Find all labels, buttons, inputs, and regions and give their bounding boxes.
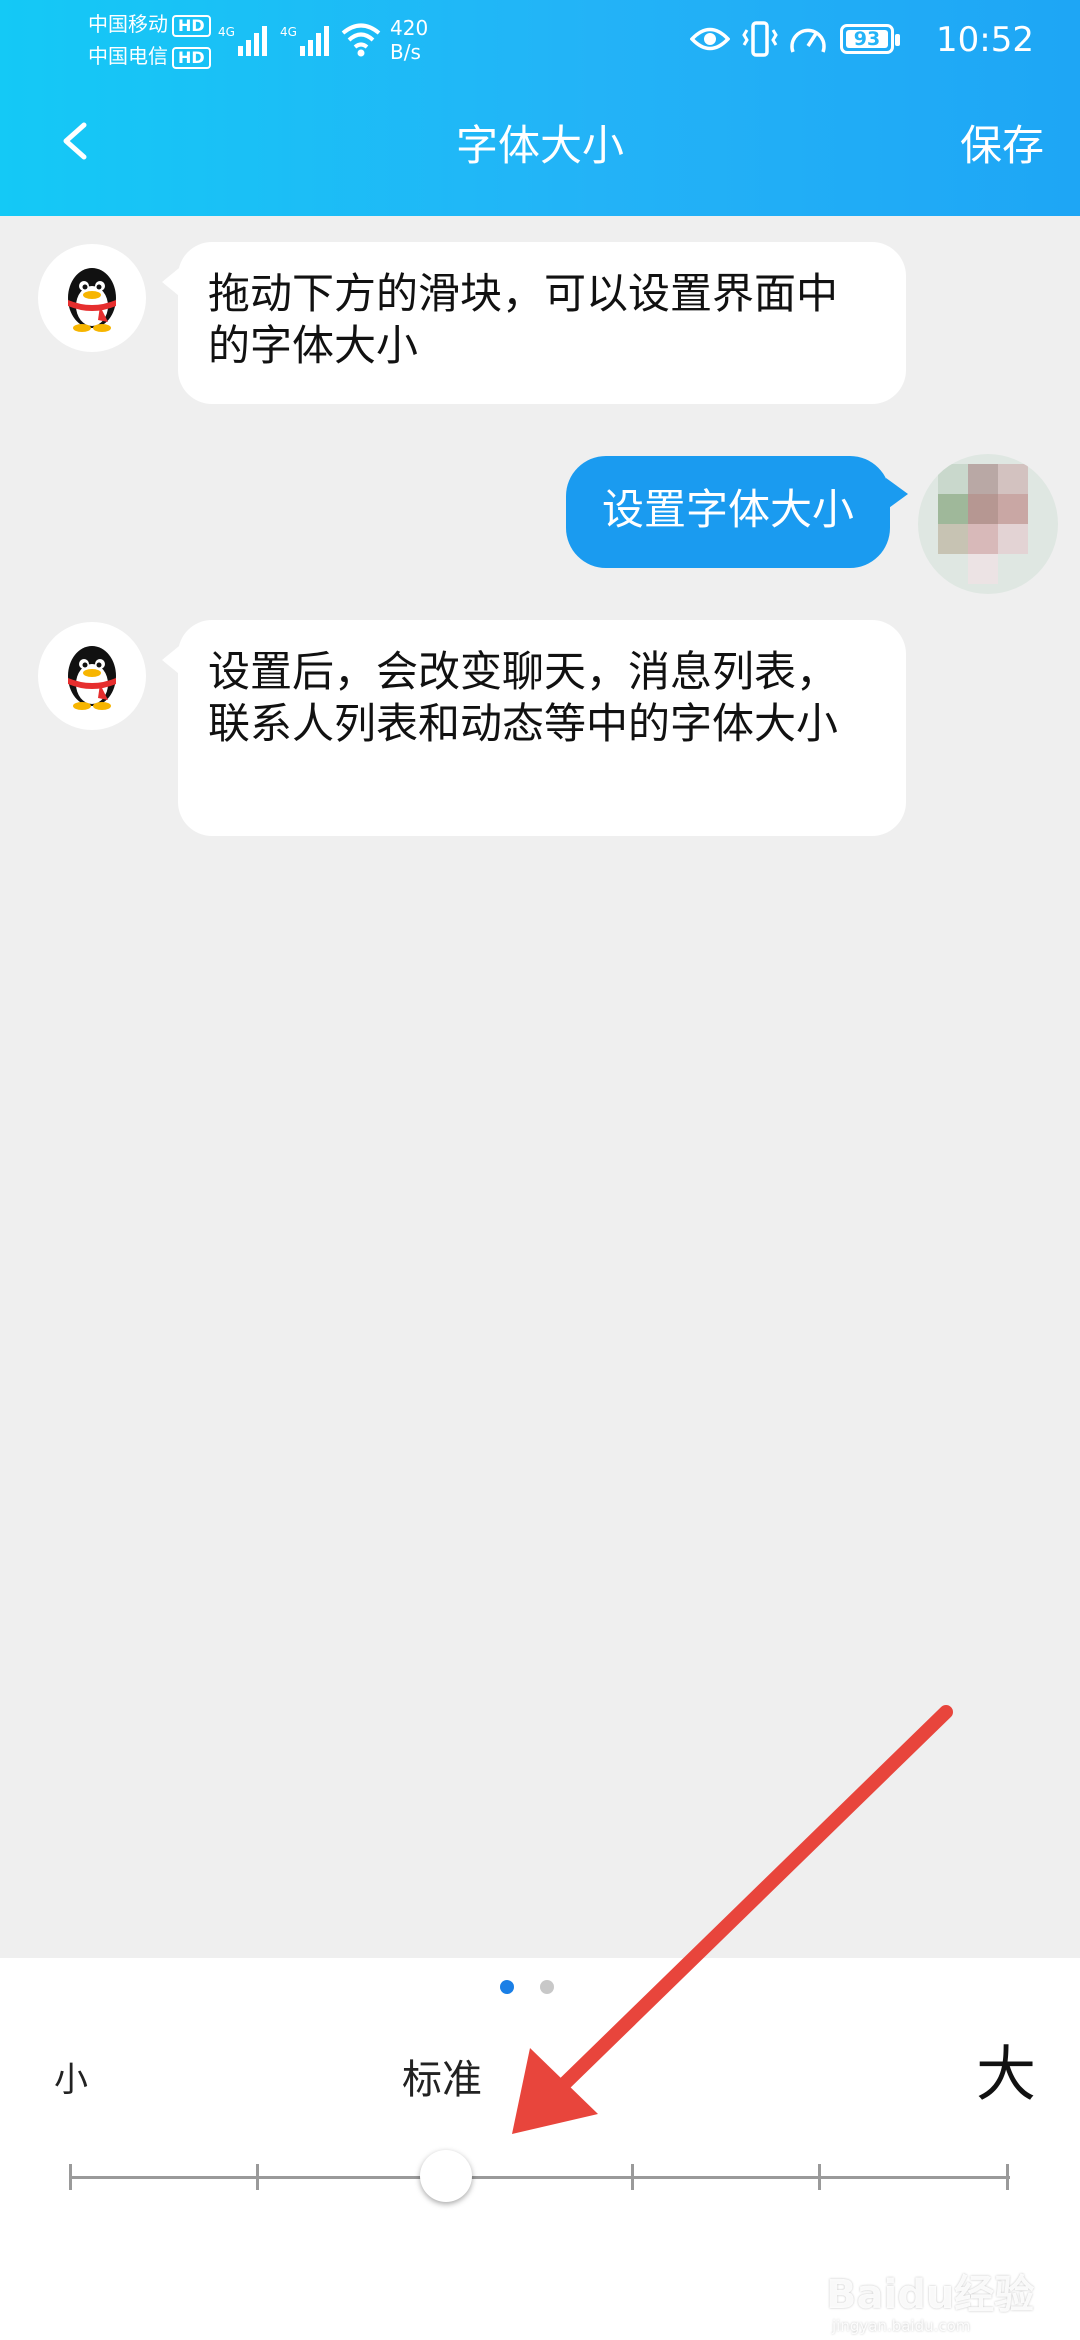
message-text-self: 设置字体大小 [602, 485, 855, 534]
carrier-1: 中国移动 HD [88, 12, 211, 37]
size-label-large: 大 [976, 2040, 1036, 2110]
chat-message: 设置后，会改变聊天，消息列表，联系人列表和动态等中的字体大小 [162, 620, 906, 836]
network-speed: 420 B/s [390, 16, 428, 64]
net-type-1: 4G [218, 25, 235, 39]
user-avatar [918, 454, 1058, 594]
battery-level: 93 [846, 30, 888, 49]
pager-dot-active[interactable] [500, 1980, 514, 1994]
carrier-1-name: 中国移动 [88, 12, 168, 36]
app-header: 中国移动 HD 中国电信 HD 4G 4G 420 B/s 93 10:52 字… [0, 0, 1080, 216]
watermark-subtext: jingyan.baidu.com [832, 2317, 971, 2335]
net-type-2: 4G [280, 25, 297, 39]
pager-dot[interactable] [540, 1980, 554, 1994]
slider-tick[interactable] [818, 2164, 821, 2190]
slider-tick[interactable] [256, 2164, 259, 2190]
carrier-2-name: 中国电信 [88, 44, 168, 68]
bot-avatar-2 [38, 622, 146, 730]
watermark-text: Baidu经验 [826, 2272, 1035, 2318]
status-bar: 中国移动 HD 中国电信 HD 4G 4G 420 B/s 93 10:52 [0, 0, 1080, 80]
bot-avatar [38, 244, 146, 352]
chat-message: 拖动下方的滑块，可以设置界面中的字体大小 [162, 242, 906, 404]
speedometer-icon [790, 28, 826, 53]
hd-badge: HD [172, 15, 211, 37]
baidu-watermark: Baidu经验 jingyan.baidu.com [826, 2223, 1046, 2335]
save-button[interactable]: 保存 [960, 118, 1044, 174]
size-label-standard: 标准 [402, 2057, 482, 2103]
penguin-icon [68, 268, 116, 332]
clock: 10:52 [936, 20, 1034, 60]
signal-icon: 4G [218, 25, 267, 56]
carrier-2: 中国电信 HD [88, 44, 211, 69]
message-text: 设置后，会改变聊天，消息列表，联系人列表和动态等中的字体大小 [208, 647, 839, 748]
battery-icon: 93 [840, 24, 900, 54]
hd-badge-2: HD [172, 47, 211, 69]
page-title: 字体大小 [455, 121, 624, 170]
eye-icon [690, 27, 730, 51]
font-size-slider-thumb[interactable] [420, 2150, 472, 2202]
speed-unit: B/s [390, 40, 421, 64]
size-label-small: 小 [54, 2060, 88, 2100]
vibrate-icon [742, 21, 778, 57]
signal-icon-2: 4G [280, 25, 329, 56]
chat-message-self: 设置字体大小 [566, 456, 909, 568]
font-size-slider-track[interactable] [70, 2176, 1010, 2179]
slider-tick[interactable] [69, 2164, 72, 2190]
speed-value: 420 [390, 16, 429, 40]
slider-tick[interactable] [631, 2164, 634, 2190]
message-text: 拖动下方的滑块，可以设置界面中的字体大小 [208, 269, 839, 370]
wifi-icon [341, 23, 381, 57]
penguin-icon-2 [68, 646, 116, 710]
slider-tick[interactable] [1006, 2164, 1009, 2190]
pixelated-avatar-image [918, 454, 1058, 594]
